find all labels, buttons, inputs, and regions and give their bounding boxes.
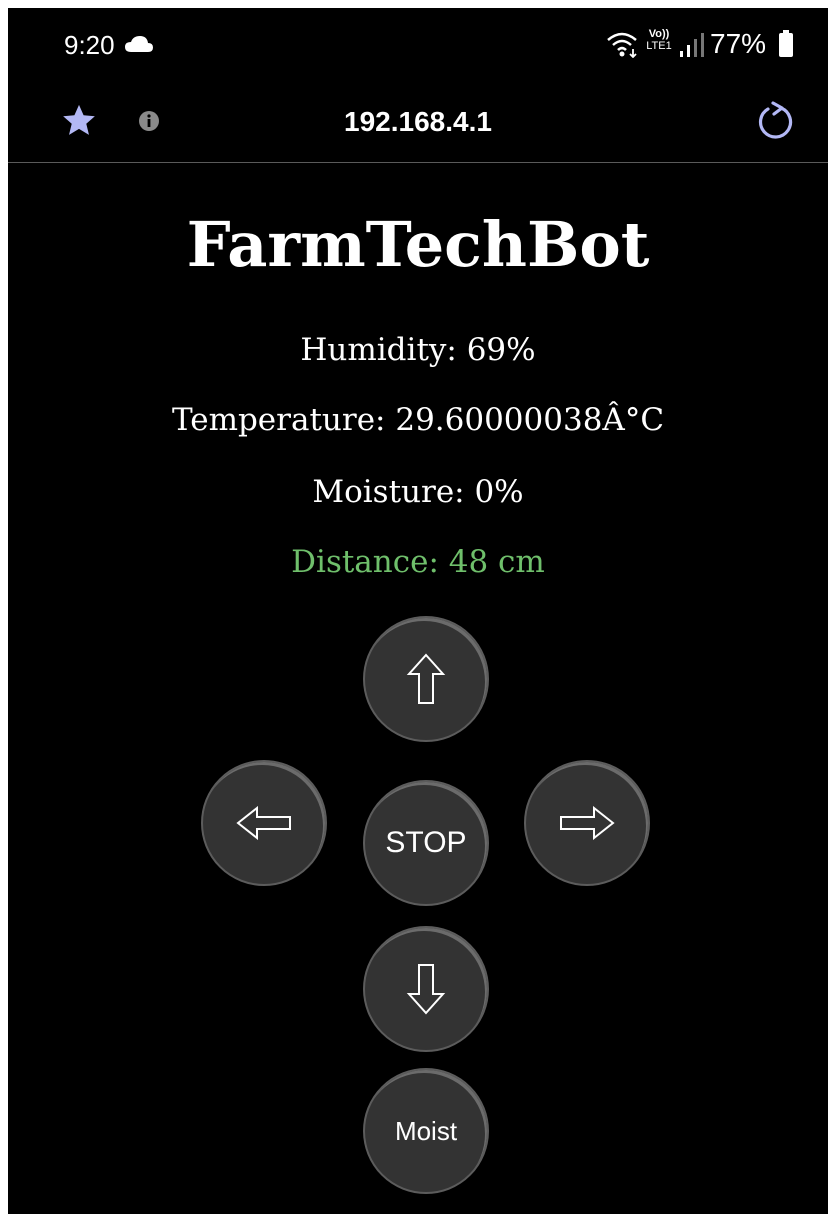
arrow-right-icon — [560, 806, 615, 840]
volte-icon: Vo)) LTE1 — [642, 28, 676, 58]
forward-button[interactable] — [363, 616, 489, 742]
browser-toolbar: 192.168.4.1 — [8, 84, 828, 163]
status-time: 9:20 — [64, 30, 115, 60]
distance-reading: Distance: 48 cm — [291, 544, 545, 580]
humidity-reading: Humidity: 69% — [300, 332, 536, 368]
page-title: FarmTechBot — [186, 208, 650, 281]
arrow-up-icon — [406, 653, 446, 704]
arrow-left-icon — [236, 806, 291, 840]
left-button[interactable] — [201, 760, 327, 886]
battery-icon — [779, 30, 793, 57]
stop-label: STOP — [385, 826, 467, 859]
backward-button[interactable] — [363, 926, 489, 1052]
reload-icon[interactable] — [754, 100, 796, 142]
stop-button[interactable]: STOP — [363, 780, 489, 906]
status-bar: 9:20 Vo)) LTE1 77% — [8, 8, 828, 84]
moisture-reading: Moisture: 0% — [312, 474, 524, 510]
right-button[interactable] — [524, 760, 650, 886]
battery-percent: 77% — [710, 28, 767, 59]
lte-label: LTE1 — [646, 40, 672, 52]
temperature-reading: Temperature: 29.60000038Â°C — [171, 402, 665, 438]
signal-icon — [680, 33, 704, 57]
cloud-icon — [125, 36, 153, 52]
wifi-icon — [607, 32, 637, 58]
arrow-down-icon — [406, 964, 446, 1015]
moist-button[interactable]: Moist — [363, 1068, 489, 1194]
volte-label: Vo)) — [648, 28, 670, 40]
phone-screen: 9:20 Vo)) LTE1 77% 192.168.4.1 FarmTechB… — [8, 8, 828, 1214]
url-display[interactable]: 192.168.4.1 — [8, 106, 828, 138]
moist-label: Moist — [394, 1115, 458, 1146]
